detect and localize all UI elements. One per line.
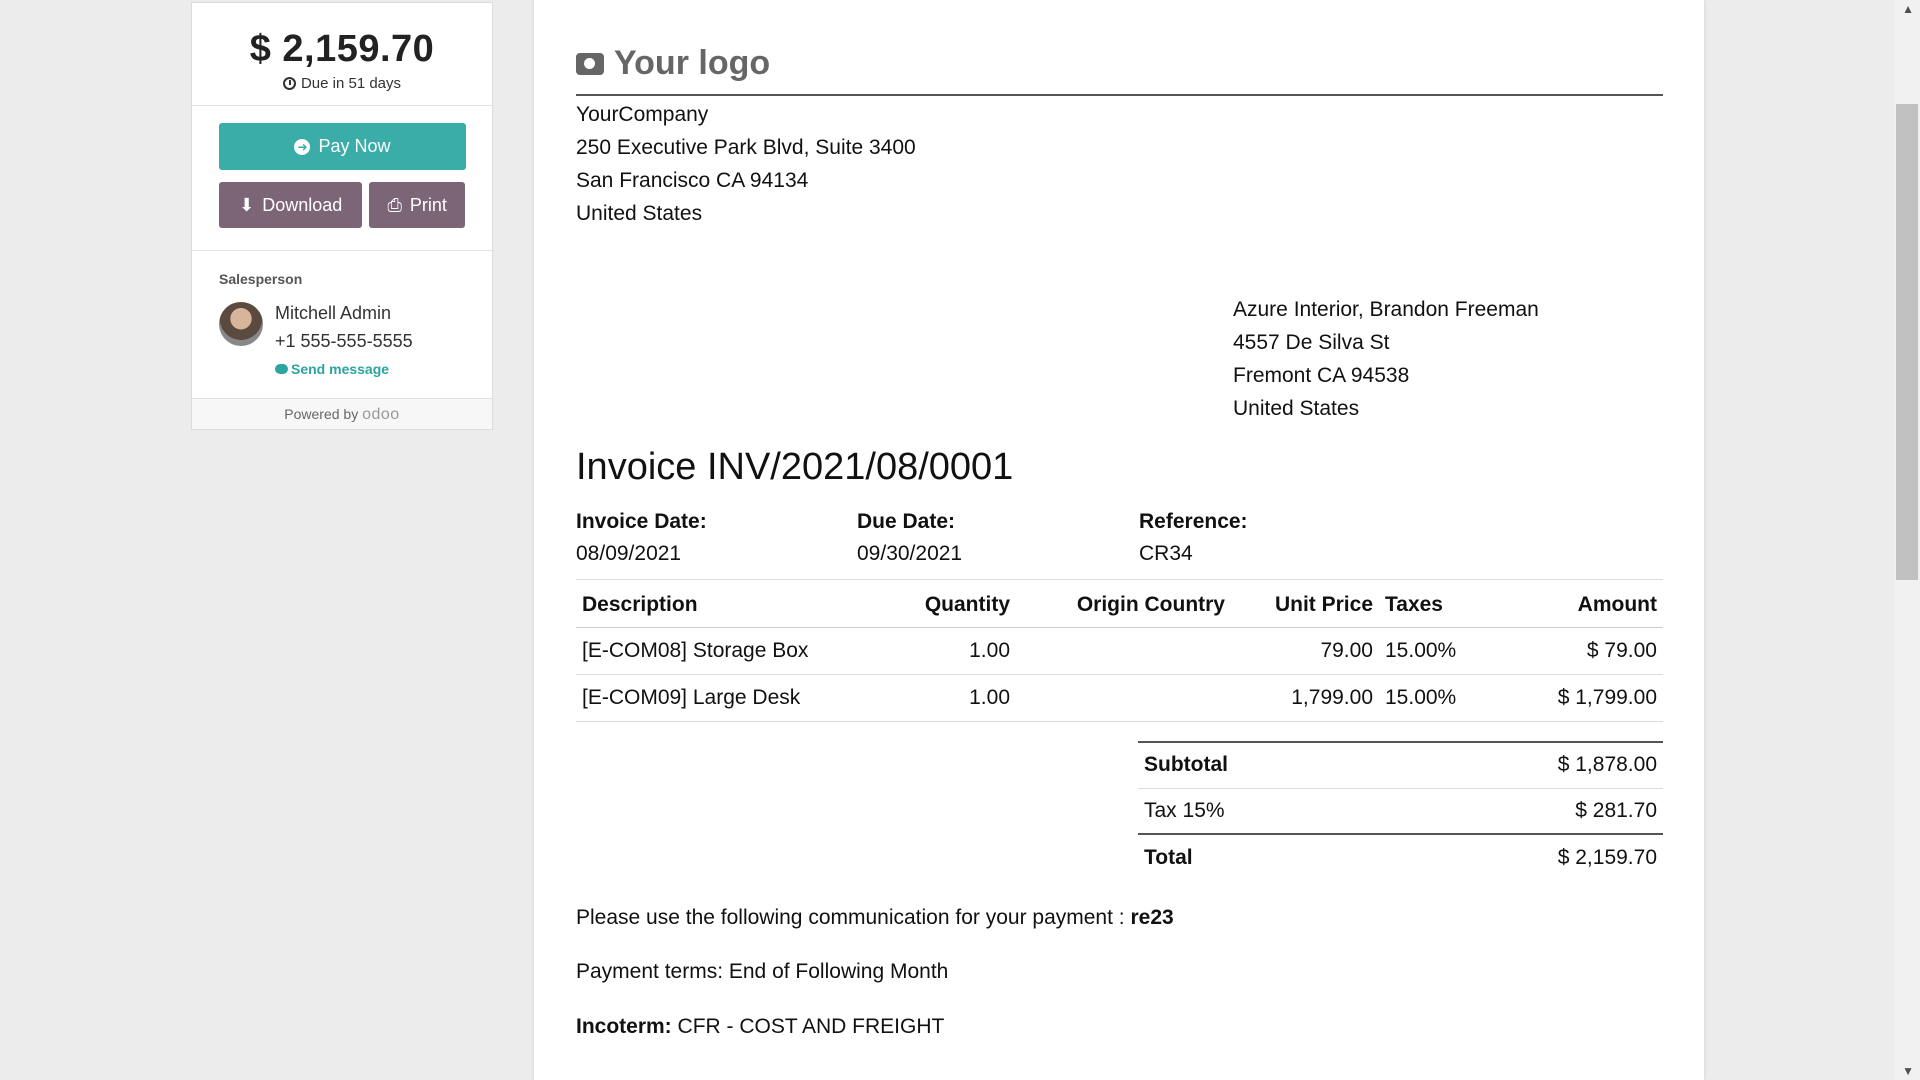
powered-by: Powered by odoo (192, 399, 492, 429)
col-amount: Amount (1489, 584, 1663, 628)
scroll-up-icon[interactable]: ▲ (1902, 2, 1914, 16)
scroll-down-icon[interactable]: ▼ (1902, 1064, 1914, 1078)
pay-now-button[interactable]: ➜ Pay Now (219, 123, 466, 170)
total-value: $ 2,159.70 (1381, 833, 1663, 880)
line-quantity: 1.00 (866, 627, 1016, 675)
clock-icon (282, 77, 296, 90)
incoterm-label: Incoterm: (576, 1015, 672, 1038)
line-taxes: 15.00% (1379, 627, 1489, 675)
salesperson-phone: +1 555-555-5555 (275, 331, 413, 351)
download-label: Download (262, 194, 343, 215)
invoice-date-value: 08/09/2021 (576, 542, 682, 565)
table-row: [E-COM09] Large Desk 1.00 1,799.00 15.00… (576, 674, 1663, 722)
subtotal-row: Subtotal $ 1,878.00 (1138, 742, 1663, 789)
invoice-document: Your logo YourCompany 250 Executive Park… (534, 0, 1704, 1080)
col-taxes: Taxes (1379, 584, 1489, 628)
col-quantity: Quantity (866, 584, 1016, 628)
customer-address: Azure Interior, Brandon Freeman 4557 De … (1233, 293, 1539, 425)
line-quantity: 1.00 (866, 674, 1016, 722)
avatar (219, 302, 263, 346)
arrow-right-circle-icon: ➜ (294, 138, 311, 155)
customer-country: United States (1233, 397, 1360, 420)
col-description: Description (576, 584, 866, 628)
reference-value: CR34 (1139, 542, 1193, 565)
send-message-link[interactable]: Send message (275, 361, 413, 377)
tax-row: Tax 15% $ 281.70 (1138, 788, 1663, 835)
tax-value: $ 281.70 (1381, 788, 1663, 835)
download-icon: ⬇ (239, 194, 255, 215)
printer-icon: ⎙ (387, 194, 402, 215)
company-logo: Your logo (576, 44, 770, 83)
camera-icon (576, 52, 604, 75)
sidebar-actions: ➜ Pay Now ⬇ Download ⎙ Print (192, 106, 492, 251)
pay-now-label: Pay Now (318, 136, 391, 156)
line-unit-price: 79.00 (1231, 627, 1379, 675)
print-label: Print (409, 194, 447, 215)
line-origin (1016, 674, 1231, 722)
incoterm: Incoterm: CFR - COST AND FREIGHT (576, 1015, 944, 1039)
company-address: YourCompany 250 Executive Park Blvd, Sui… (576, 98, 916, 230)
print-button[interactable]: ⎙ Print (369, 182, 465, 228)
reference-block: Reference: CR34 (1139, 506, 1248, 570)
company-country: United States (576, 202, 703, 225)
incoterm-value: CFR - COST AND FREIGHT (677, 1015, 945, 1038)
due-date-value: 09/30/2021 (857, 542, 963, 565)
logo-text: Your logo (614, 44, 771, 82)
total-label: Total (1138, 833, 1382, 880)
line-taxes: 15.00% (1379, 674, 1489, 722)
chat-icon (275, 364, 288, 374)
col-origin-country: Origin Country (1016, 584, 1231, 628)
line-unit-price: 1,799.00 (1231, 674, 1379, 722)
table-header-row: Description Quantity Origin Country Unit… (576, 584, 1663, 628)
table-row: [E-COM08] Storage Box 1.00 79.00 15.00% … (576, 627, 1663, 675)
info-divider (576, 579, 1663, 580)
reference-label: Reference: (1139, 510, 1248, 533)
col-unit-price: Unit Price (1231, 584, 1379, 628)
company-street: 250 Executive Park Blvd, Suite 3400 (576, 136, 916, 159)
line-amount: $ 1,799.00 (1489, 674, 1663, 722)
line-description: [E-COM09] Large Desk (576, 674, 866, 722)
header-divider (576, 94, 1663, 96)
invoice-date-label: Invoice Date: (576, 510, 707, 533)
company-city: San Francisco CA 94134 (576, 169, 809, 192)
communication-text: Please use the following communication f… (576, 906, 1125, 929)
invoice-sidebar: $ 2,159.70 Due in 51 days ➜ Pay Now ⬇ Do… (191, 2, 493, 430)
invoice-title: Invoice INV/2021/08/0001 (576, 446, 1014, 488)
salesperson-title: Salesperson (219, 271, 303, 287)
due-info: Due in 51 days (192, 75, 492, 92)
odoo-logo[interactable]: odoo (362, 406, 400, 423)
tax-label: Tax 15% (1138, 788, 1382, 835)
total-row: Total $ 2,159.70 (1138, 833, 1663, 880)
due-date-label: Due Date: (857, 510, 956, 533)
download-button[interactable]: ⬇ Download (219, 182, 363, 228)
customer-street: 4557 De Silva St (1233, 331, 1390, 354)
powered-by-text: Powered by (284, 406, 359, 422)
scrollbar-thumb[interactable] (1896, 104, 1918, 580)
payment-terms: Payment terms: End of Following Month (576, 960, 949, 983)
invoice-date-block: Invoice Date: 08/09/2021 (576, 506, 707, 570)
scrollbar[interactable]: ▲ ▼ (1894, 0, 1920, 1080)
amount-due-box: $ 2,159.70 Due in 51 days (192, 3, 492, 106)
salesperson-name: Mitchell Admin (275, 303, 392, 323)
line-description: [E-COM08] Storage Box (576, 627, 866, 675)
payment-communication: Please use the following communication f… (576, 906, 1174, 930)
invoice-lines-table: Description Quantity Origin Country Unit… (576, 584, 1663, 722)
subtotal-label: Subtotal (1138, 742, 1382, 789)
customer-name: Azure Interior, Brandon Freeman (1233, 298, 1539, 321)
due-text: Due in 51 days (300, 75, 402, 92)
due-date-block: Due Date: 09/30/2021 (857, 506, 962, 570)
line-amount: $ 79.00 (1489, 627, 1663, 675)
totals-table: Subtotal $ 1,878.00 Tax 15% $ 281.70 Tot… (1138, 741, 1663, 880)
send-message-label: Send message (291, 361, 390, 377)
salesperson-section: Salesperson Mitchell Admin +1 555-555-55… (192, 251, 492, 399)
subtotal-value: $ 1,878.00 (1381, 742, 1663, 789)
company-name: YourCompany (576, 103, 709, 126)
customer-city: Fremont CA 94538 (1233, 364, 1410, 387)
communication-reference: re23 (1130, 906, 1174, 929)
amount-due: $ 2,159.70 (249, 28, 435, 70)
line-origin (1016, 627, 1231, 675)
